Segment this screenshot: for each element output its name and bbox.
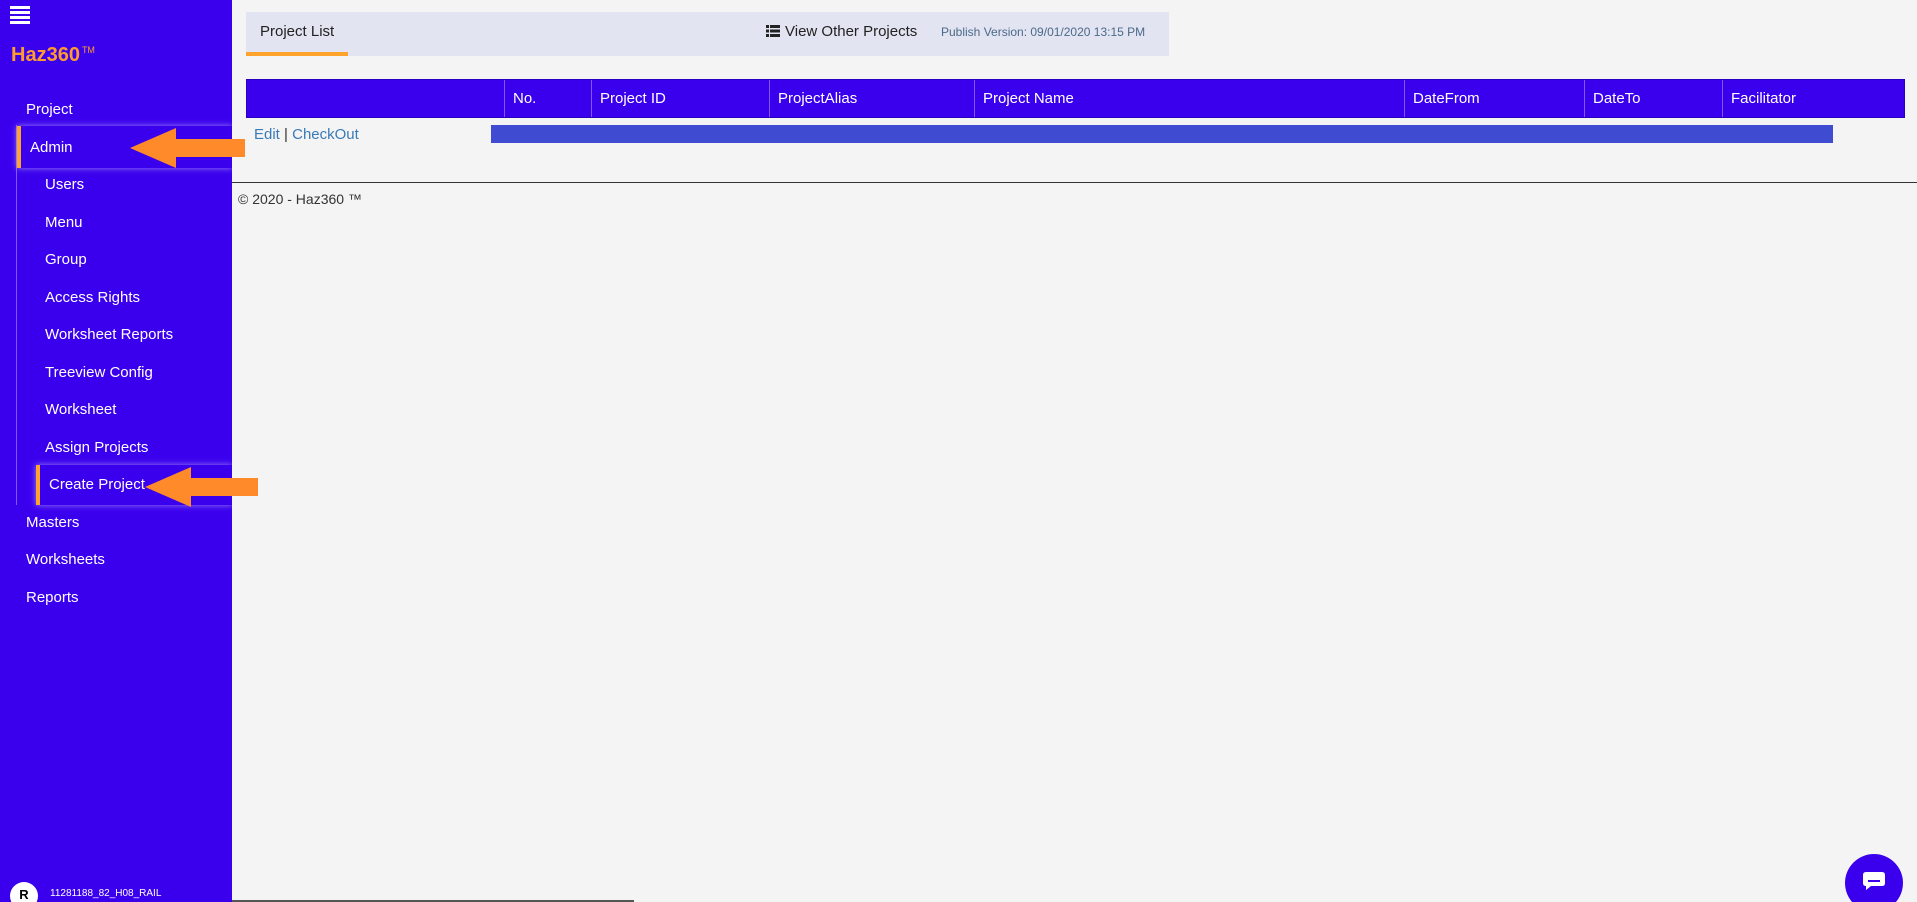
list-icon [766, 25, 780, 37]
project-table-header: No. Project ID ProjectAlias Project Name… [246, 79, 1905, 118]
sidebar-item-worksheet-reports[interactable]: Worksheet Reports [45, 326, 173, 343]
chat-button[interactable] [1845, 854, 1903, 902]
sidebar-item-worksheet[interactable]: Worksheet [45, 401, 116, 418]
separator: | [284, 126, 288, 143]
chat-icon [1863, 872, 1885, 890]
sidebar-item-admin[interactable]: Admin [30, 139, 73, 156]
sidebar-item-project[interactable]: Project [26, 101, 73, 118]
column-header-date-from[interactable]: DateFrom [1405, 80, 1585, 117]
column-header-actions [247, 80, 505, 117]
brand-logo: Haz360 TM [11, 44, 95, 66]
sidebar-item-menu[interactable]: Menu [45, 214, 83, 231]
sidebar-item-worksheets[interactable]: Worksheets [26, 551, 105, 568]
table-row-actions: Edit | CheckOut [254, 126, 359, 143]
divider [232, 182, 1917, 183]
arrow-left-icon [130, 128, 245, 168]
view-other-projects-link[interactable]: View Other Projects [766, 12, 917, 52]
edit-link[interactable]: Edit [254, 126, 280, 143]
column-header-date-to[interactable]: DateTo [1585, 80, 1723, 117]
publish-version: Publish Version: 09/01/2020 13:15 PM [941, 25, 1146, 39]
column-header-project-name[interactable]: Project Name [975, 80, 1405, 117]
sidebar-item-create-project[interactable]: Create Project [49, 476, 145, 493]
checkout-link[interactable]: CheckOut [292, 126, 359, 143]
hamburger-icon[interactable] [10, 6, 30, 24]
sidebar-item-users[interactable]: Users [45, 176, 84, 193]
table-row[interactable] [491, 125, 1833, 143]
column-header-facilitator[interactable]: Facilitator [1723, 80, 1904, 117]
footer: © 2020 - Haz360 ™ [238, 191, 362, 207]
tab-project-list[interactable]: Project List [246, 12, 349, 56]
view-other-label: View Other Projects [785, 23, 918, 40]
sidebar-item-masters[interactable]: Masters [26, 514, 79, 531]
column-header-no[interactable]: No. [505, 80, 592, 117]
user-code: 11281188_82_H08_RAIL [50, 888, 162, 899]
arrow-left-icon [145, 467, 258, 507]
column-header-project-id[interactable]: Project ID [592, 80, 770, 117]
column-header-project-alias[interactable]: ProjectAlias [770, 80, 975, 117]
avatar[interactable]: R [10, 882, 38, 902]
sidebar-item-reports[interactable]: Reports [26, 589, 79, 606]
sidebar-item-treeview-config[interactable]: Treeview Config [45, 364, 153, 381]
sidebar-item-assign-projects[interactable]: Assign Projects [45, 439, 148, 456]
sidebar-item-group[interactable]: Group [45, 251, 87, 268]
sidebar-item-access-rights[interactable]: Access Rights [45, 289, 140, 306]
tab-bar: Project List View Other Projects Publish… [246, 12, 1169, 56]
